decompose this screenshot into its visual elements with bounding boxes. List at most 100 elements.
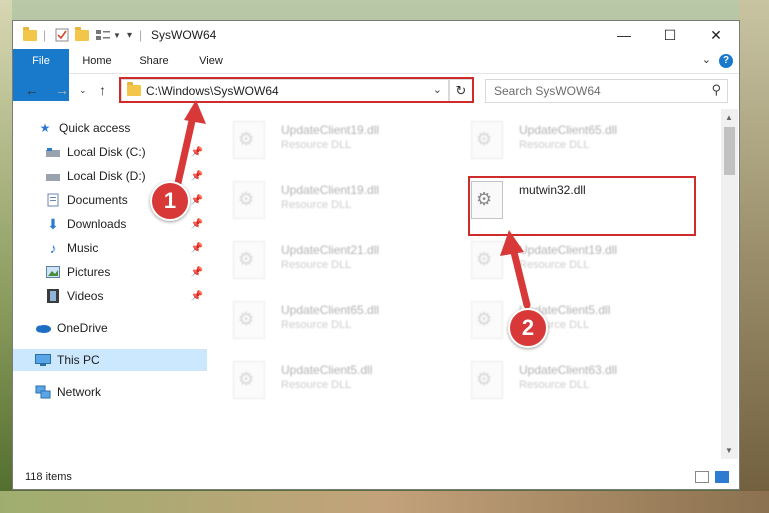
callout-step-2: 2 [508,308,548,348]
pin-icon[interactable]: 📌 [191,219,203,230]
dll-file-icon: ⚙ [471,361,503,399]
nav-item-local-disk-d[interactable]: Local Disk (D:) 📌 [45,165,207,187]
nav-label: Local Disk (D:) [67,169,146,183]
search-icon: ⚲ [711,82,721,97]
file-item[interactable]: ⚙ UpdateClient19.dll Resource DLL [213,117,433,169]
nav-item-local-disk-c[interactable]: Local Disk (C:) 📌 [45,141,207,163]
nav-item-this-pc[interactable]: This PC [13,349,207,371]
search-input[interactable]: Search SysWOW64 ⚲ [485,79,728,103]
status-bar: 118 items [13,465,739,489]
nav-item-pictures[interactable]: Pictures 📌 [45,261,207,283]
file-item[interactable]: ⚙ UpdateClient21.dll Resource DLL [213,237,433,289]
file-type: Resource DLL [519,379,590,391]
view-options-icon[interactable] [95,27,111,43]
customize-toolbar-icon[interactable]: ▾ [127,27,132,43]
recent-locations-icon[interactable]: ⌄ [79,85,87,96]
window-title: SysWOW64 [151,28,217,42]
pin-icon[interactable]: 📌 [191,267,203,278]
pin-icon[interactable]: 📌 [191,171,203,182]
close-button[interactable]: ✕ [693,21,739,49]
separator: | [43,28,47,42]
computer-icon [35,352,51,368]
new-folder-icon[interactable] [75,26,89,43]
annotation-box-address [119,77,474,103]
file-item[interactable]: ⚙ UpdateClient19.dll Resource DLL [213,177,433,229]
file-name: UpdateClient21.dll [281,243,380,257]
drive-icon [45,168,61,184]
file-type: Resource DLL [281,199,352,211]
tab-share[interactable]: Share [133,49,175,73]
nav-label: Documents [67,193,128,207]
file-type: Resource DLL [281,319,352,331]
window-folder-icon [23,26,37,43]
file-name: UpdateClient5.dll [281,363,373,377]
large-icons-view-icon[interactable] [715,471,729,483]
forward-arrow-icon[interactable]: → [55,82,69,98]
vertical-scrollbar[interactable]: ▲ ▼ [721,109,738,459]
file-type: Resource DLL [281,259,352,271]
file-item[interactable]: ⚙ UpdateClient5.dll Resource DLL [451,297,671,349]
details-view-icon[interactable] [695,471,709,483]
videos-icon [45,288,61,304]
item-count: 118 items [25,471,72,483]
nav-label: OneDrive [57,321,108,335]
nav-item-music[interactable]: ♪ Music 📌 [45,237,207,259]
separator: | [139,28,143,42]
network-icon [35,384,51,400]
desktop-background-left [0,0,12,513]
dll-file-icon: ⚙ [233,121,265,159]
pin-icon[interactable]: 📌 [191,147,203,158]
nav-item-videos[interactable]: Videos 📌 [45,285,207,307]
dll-file-icon: ⚙ [233,301,265,339]
desktop-background-bottom [0,491,769,513]
file-item[interactable]: ⚙ UpdateClient65.dll Resource DLL [451,117,671,169]
file-item[interactable]: ⚙ UpdateClient65.dll Resource DLL [213,297,433,349]
star-icon: ★ [39,121,51,135]
file-item[interactable]: ⚙ UpdateClient19.dll Resource DLL [451,237,671,289]
nav-label: Downloads [67,217,127,231]
scroll-up-icon[interactable]: ▲ [725,113,733,122]
nav-label: Local Disk (C:) [67,145,146,159]
nav-item-onedrive[interactable]: OneDrive [35,317,207,339]
dll-file-icon: ⚙ [233,181,265,219]
drive-icon [45,144,61,160]
minimize-button[interactable]: — [601,21,647,49]
file-type: Resource DLL [281,379,352,391]
quick-access-dropdown-icon[interactable]: ▼ [113,27,121,43]
file-name: UpdateClient19.dll [281,123,380,137]
address-row: ← → ⌄ ↑ C:\Windows\SysWOW64 ⌄ ↻ Search S… [13,74,739,106]
scroll-down-icon[interactable]: ▼ [725,446,733,455]
tab-view[interactable]: View [191,49,231,73]
expand-ribbon-icon[interactable]: ⌄ [702,53,711,66]
tab-home[interactable]: Home [77,49,117,73]
dll-file-icon: ⚙ [471,301,503,339]
search-placeholder: Search SysWOW64 [494,84,601,98]
file-item[interactable]: ⚙ UpdateClient63.dll Resource DLL [451,357,671,409]
scrollbar-thumb[interactable] [724,127,735,175]
nav-item-network[interactable]: Network [35,381,207,403]
properties-icon[interactable] [55,27,69,43]
file-name: UpdateClient19.dll [281,183,380,197]
nav-item-quick-access[interactable]: ★ Quick access [37,117,207,139]
file-item[interactable]: ⚙ UpdateClient5.dll Resource DLL [213,357,433,409]
back-arrow-icon[interactable]: ← [25,82,39,98]
callout-step-1: 1 [150,181,190,221]
help-icon[interactable]: ? [719,54,733,68]
file-name: UpdateClient19.dll [519,243,618,257]
dll-file-icon: ⚙ [471,121,503,159]
pin-icon[interactable]: 📌 [191,195,203,206]
dll-file-icon: ⚙ [233,361,265,399]
up-arrow-icon[interactable]: ↑ [99,82,106,98]
nav-label: Quick access [59,121,131,135]
file-explorer-window: | ▼ ▾ | SysWOW64 — ☐ ✕ File Home Share V… [12,20,740,490]
title-bar: | ▼ ▾ | SysWOW64 — ☐ ✕ [13,21,739,49]
music-icon: ♪ [49,240,57,256]
pin-icon[interactable]: 📌 [191,243,203,254]
ribbon-tabs: File Home Share View ⌄ ? [13,49,739,101]
file-type: Resource DLL [519,139,590,151]
nav-label: Videos [67,289,104,303]
desktop-background-right [739,0,769,513]
file-type: Resource DLL [281,139,352,151]
maximize-button[interactable]: ☐ [647,21,693,49]
pin-icon[interactable]: 📌 [191,291,203,302]
